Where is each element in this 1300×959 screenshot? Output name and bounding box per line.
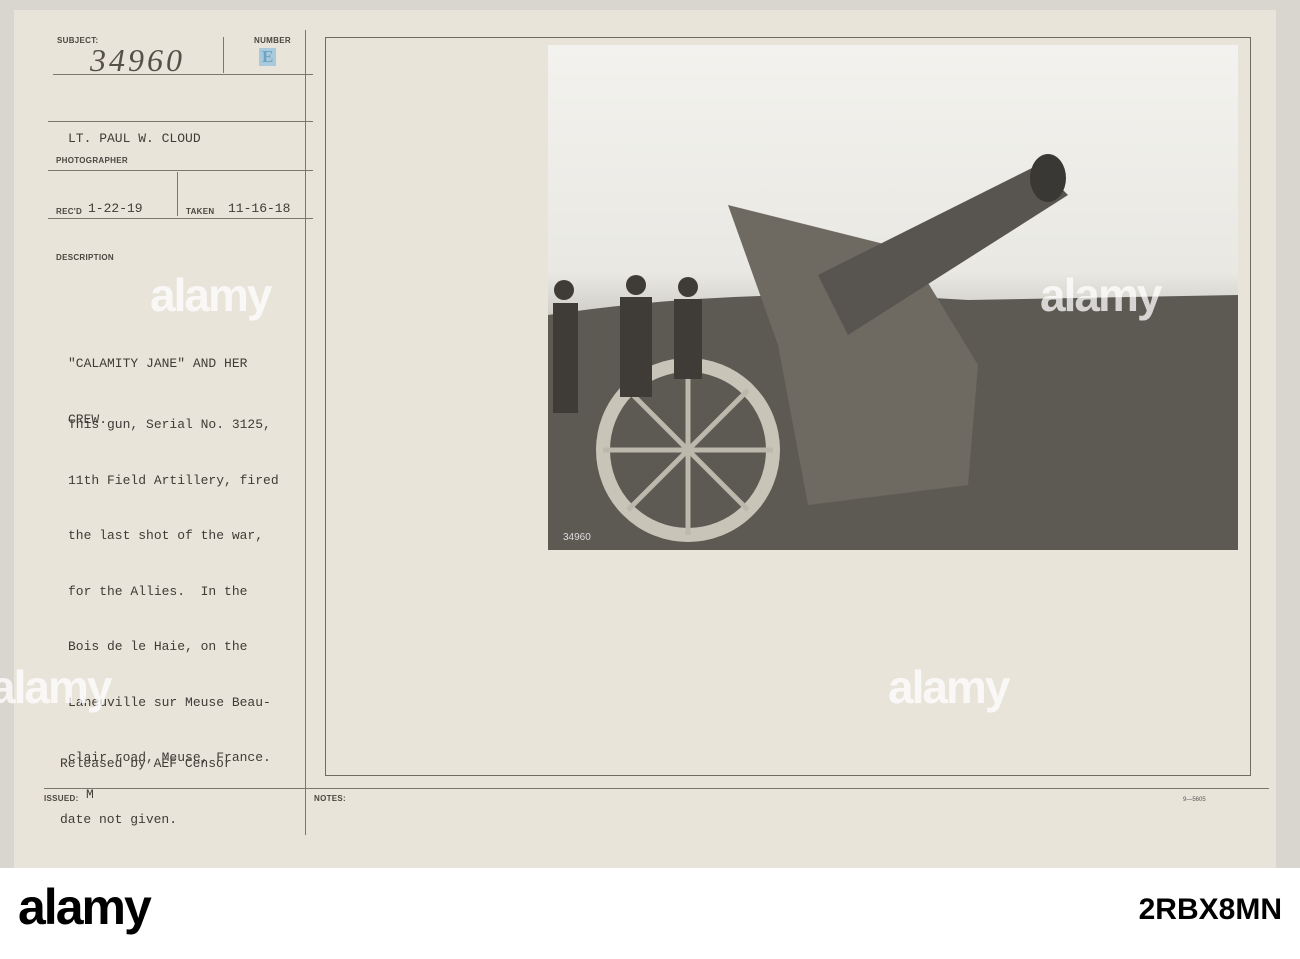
watermark: alamy xyxy=(0,661,112,713)
number-stamp: E xyxy=(259,48,277,66)
body-line: Bois de le Haie, on the xyxy=(68,639,248,654)
divider xyxy=(48,170,313,171)
body-line: the last shot of the war, xyxy=(68,528,264,543)
photographer-value: LT. PAUL W. CLOUD xyxy=(68,131,201,146)
divider xyxy=(44,788,1269,789)
title-line: "CALAMITY JANE" AND HER xyxy=(68,356,248,371)
watermark: alamy xyxy=(150,269,272,321)
recd-value: 1-22-19 xyxy=(88,201,143,216)
censor-line: Released by AEF Censor xyxy=(60,756,232,771)
barrel-muzzle xyxy=(1030,154,1066,202)
body-line: 11th Field Artillery, fired xyxy=(68,472,279,488)
divider xyxy=(48,218,313,219)
watermark: alamy xyxy=(1040,269,1162,321)
number-label: NUMBER xyxy=(254,36,291,45)
divider xyxy=(53,74,313,75)
taken-value: 11-16-18 xyxy=(228,201,291,216)
divider xyxy=(223,37,224,73)
divider xyxy=(48,121,313,122)
recd-label: REC'D xyxy=(56,207,83,216)
divider xyxy=(177,172,178,216)
taken-label: TAKEN xyxy=(186,207,215,216)
photographer-label: PHOTOGRAPHER xyxy=(56,156,128,165)
issued-value: M xyxy=(86,787,94,802)
censor-line: date not given. xyxy=(60,811,178,827)
body-line: for the Allies. In the xyxy=(68,583,248,599)
description-label: DESCRIPTION xyxy=(56,253,114,262)
image-code: 2RBX8MN xyxy=(1138,893,1282,926)
body-line: This gun, Serial No. 3125, xyxy=(68,417,271,432)
stock-footer xyxy=(0,868,1300,959)
censor-note: Released by AEF Censor date not given. xyxy=(60,718,232,848)
column-divider xyxy=(305,30,306,835)
form-code: 9—5605 xyxy=(1183,797,1206,803)
photo-stamp-number: 34960 xyxy=(563,532,591,543)
notes-label: NOTES: xyxy=(314,794,347,803)
issued-label: ISSUED: xyxy=(44,794,79,803)
alamy-logo: alamy xyxy=(18,879,152,935)
watermark: alamy xyxy=(888,661,1010,713)
